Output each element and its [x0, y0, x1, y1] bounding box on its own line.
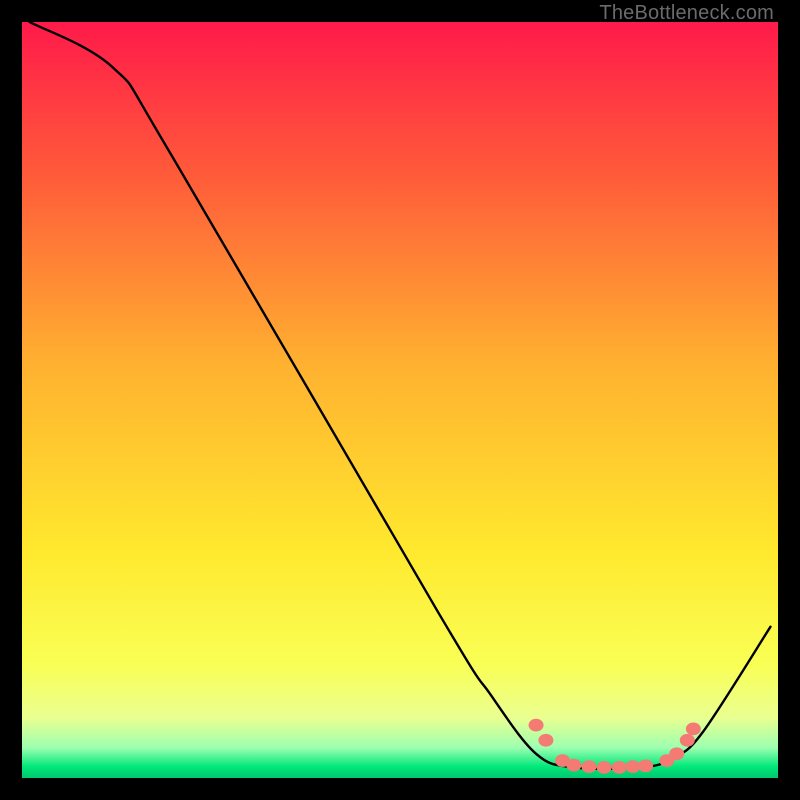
curve-marker [597, 761, 612, 774]
curve-marker [538, 734, 553, 747]
curve-marker [566, 759, 581, 772]
curve-marker [638, 760, 653, 773]
curve-marker [625, 760, 640, 773]
curve-marker [686, 722, 701, 735]
curve-marker [669, 747, 684, 760]
bottleneck-curve-chart [22, 22, 778, 778]
watermark-label: TheBottleneck.com [599, 2, 774, 25]
curve-marker [680, 734, 695, 747]
gradient-background [22, 22, 778, 778]
curve-marker [612, 761, 627, 774]
curve-marker [529, 719, 544, 732]
curve-marker [582, 760, 597, 773]
